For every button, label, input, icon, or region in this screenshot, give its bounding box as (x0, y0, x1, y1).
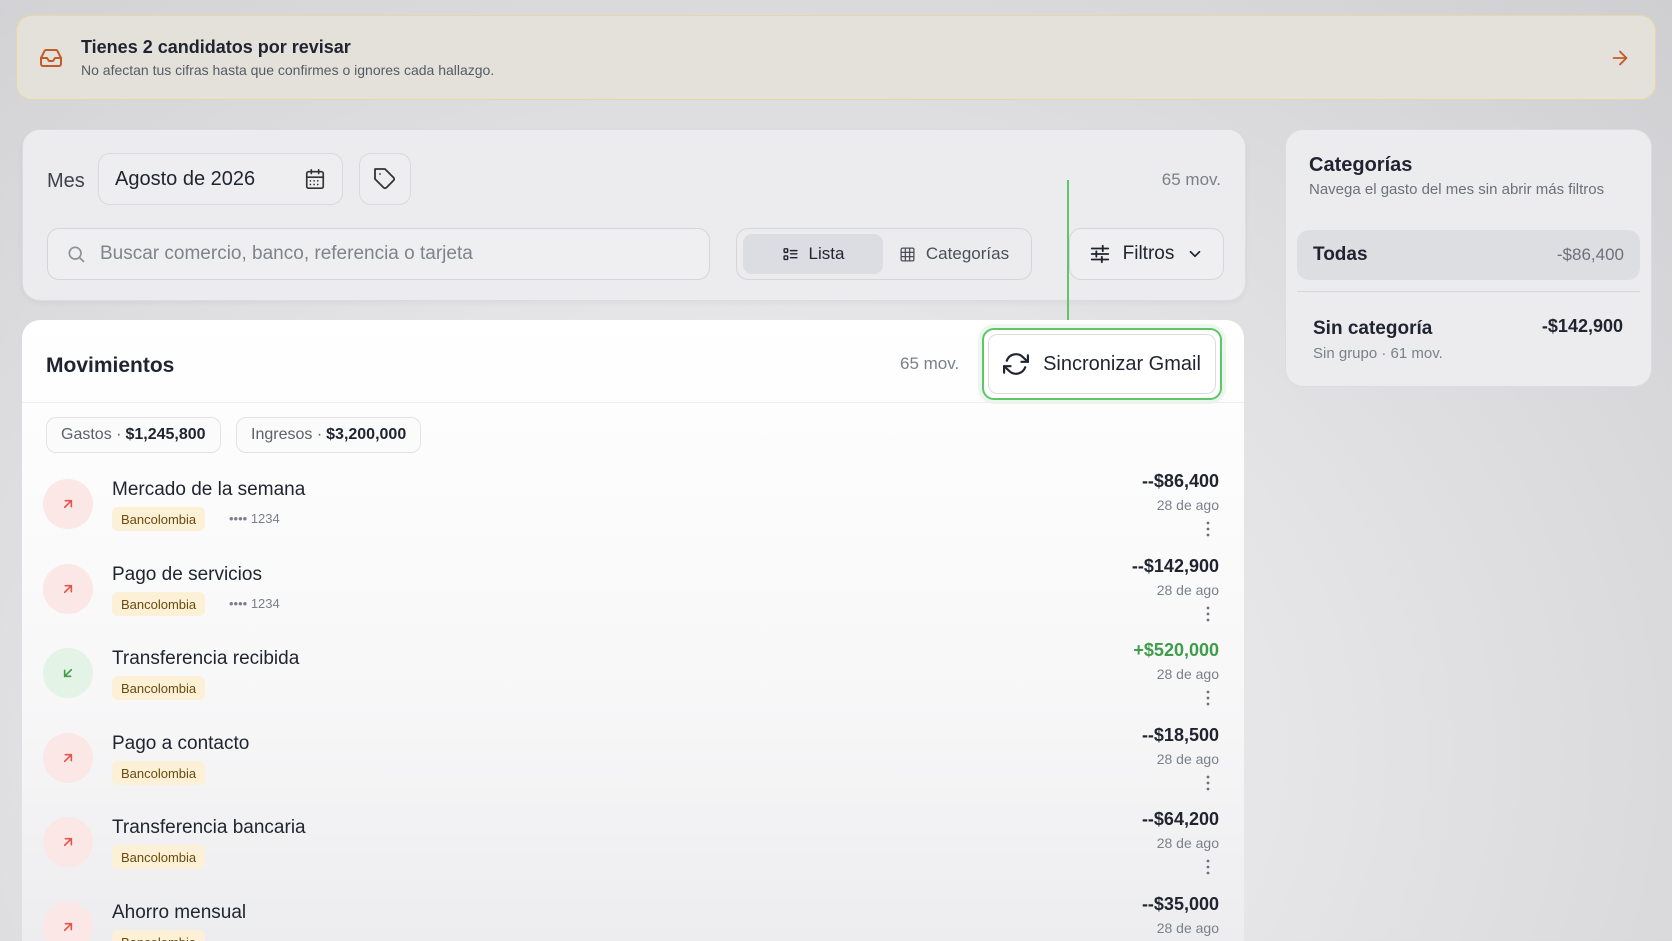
sync-gmail-label: Sincronizar Gmail (1043, 352, 1201, 375)
month-value: Agosto de 2026 (115, 167, 256, 190)
arrow-up-right-icon (43, 733, 93, 783)
movement-name: Transferencia recibida (112, 648, 300, 669)
tab-list[interactable]: Lista (743, 234, 883, 274)
movement-row[interactable]: Transferencia bancaria Bancolombia --$64,2… (22, 797, 1244, 887)
arrow-down-left-icon (43, 648, 93, 698)
movement-name: Mercado de la semana (112, 479, 306, 500)
bank-badge: Bancolombia (112, 676, 206, 700)
filters-label: Filtros (1122, 243, 1175, 264)
toolbar-count: 65 mov. (1161, 170, 1221, 189)
movements-title: Movimientos (46, 354, 175, 377)
card-number: •••• 1234 (229, 596, 280, 611)
refresh-icon (1003, 353, 1030, 375)
bank-badge: Bancolombia (112, 930, 206, 941)
inbox-icon (40, 48, 62, 67)
tag-button[interactable] (359, 153, 411, 205)
tab-list-label: Lista (808, 244, 845, 263)
more-vertical-icon[interactable] (1206, 775, 1210, 791)
movement-date: 28 de ago (1156, 835, 1219, 851)
movement-date: 28 de ago (1156, 751, 1219, 767)
banner-subtitle: No afectan tus cifras hasta que confirme… (81, 62, 495, 78)
tag-icon (374, 168, 396, 190)
list-icon (782, 247, 798, 260)
movement-row[interactable]: Transferencia recibida Bancolombia +$520,0… (22, 628, 1244, 718)
movement-amount: --$142,900 (1131, 556, 1219, 576)
more-vertical-icon[interactable] (1206, 859, 1210, 875)
movement-date: 28 de ago (1156, 582, 1219, 598)
movement-row[interactable]: Pago de servicios Bancolombia •••• 1234 --$… (22, 544, 1244, 634)
bank-badge: Bancolombia (112, 507, 206, 531)
tab-categories-label: Categorías (925, 244, 1010, 263)
month-label: Mes (47, 170, 85, 192)
movement-name: Pago a contacto (112, 733, 250, 754)
income-summary: Ingresos · $3,200,000 (236, 417, 422, 453)
category-item-name: Sin categoría (1313, 318, 1433, 339)
banner-text: Tienes 2 candidatos por revisar No afect… (81, 37, 1609, 78)
movement-row[interactable]: Pago a contacto Bancolombia --$18,500 28 de… (22, 713, 1244, 803)
category-item-meta: Sin grupo · 61 mov. (1313, 345, 1443, 362)
movement-row[interactable]: Ahorro mensual Bancolombia --$35,000 28 de … (22, 882, 1244, 941)
sliders-icon (1090, 244, 1109, 264)
month-picker[interactable]: Agosto de 2026 (98, 153, 343, 205)
arrow-right-icon[interactable] (1609, 47, 1631, 69)
category-all-amount: -$86,400 (1556, 245, 1624, 264)
movement-amount: --$35,000 (1141, 894, 1219, 914)
search-icon (68, 246, 85, 263)
movement-amount: --$18,500 (1141, 725, 1219, 745)
bank-badge: Bancolombia (112, 592, 206, 616)
category-all[interactable]: Todas -$86,400 (1297, 230, 1640, 280)
categories-subtitle: Navega el gasto del mes sin abrir más fi… (1309, 181, 1605, 198)
more-vertical-icon[interactable] (1206, 690, 1210, 706)
sync-gmail-inner: Sincronizar Gmail (988, 334, 1216, 394)
movements-card: Movimientos 65 mov. Sincronizar Gmail Ga… (22, 320, 1244, 941)
categories-title: Categorías (1309, 154, 1413, 176)
header-divider (22, 402, 1244, 403)
category-item-amount: -$142,900 (1541, 316, 1623, 336)
review-candidates-banner[interactable]: Tienes 2 candidatos por revisar No afect… (16, 15, 1656, 100)
more-vertical-icon[interactable] (1206, 521, 1210, 537)
movement-amount: --$86,400 (1141, 471, 1219, 491)
highlight-connector (1067, 180, 1069, 328)
category-all-label: Todas (1313, 244, 1368, 265)
movement-date: 28 de ago (1156, 497, 1219, 513)
category-divider (1297, 291, 1640, 292)
toolbar-card: Mes Agosto de 2026 65 mov. Buscar comerc… (22, 129, 1246, 301)
movements-count: 65 mov. (900, 354, 960, 373)
arrow-up-right-icon (43, 817, 93, 867)
movement-amount: --$64,200 (1141, 809, 1219, 829)
movement-row[interactable]: Mercado de la semana Bancolombia •••• 1234… (22, 459, 1244, 549)
movement-amount: +$520,000 (1133, 640, 1219, 660)
movement-name: Ahorro mensual (112, 902, 247, 923)
expenses-value: $1,245,800 (125, 426, 206, 443)
arrow-up-right-icon (43, 902, 93, 941)
search-box[interactable] (47, 228, 710, 280)
arrow-up-right-icon (43, 479, 93, 529)
expenses-summary: Gastos · $1,245,800 (46, 417, 221, 453)
card-number: •••• 1234 (229, 511, 280, 526)
banner-title: Tienes 2 candidatos por revisar (81, 37, 351, 57)
expenses-label: Gastos · (61, 426, 122, 443)
grid-icon (900, 246, 915, 262)
categories-card: Categorías Navega el gasto del mes sin a… (1285, 129, 1652, 387)
bank-badge: Bancolombia (112, 761, 206, 785)
search-input[interactable] (100, 243, 691, 265)
tab-categories[interactable]: Categorías (883, 234, 1025, 274)
movement-name: Pago de servicios (112, 564, 262, 585)
income-label: Ingresos · (251, 426, 323, 443)
bank-badge: Bancolombia (112, 845, 206, 869)
movement-date: 28 de ago (1156, 666, 1219, 682)
movement-name: Transferencia bancaria (112, 817, 306, 838)
chevron-down-icon (1190, 250, 1201, 258)
more-vertical-icon[interactable] (1206, 606, 1210, 622)
income-value: $3,200,000 (326, 426, 407, 443)
view-toggle: Lista Categorías (736, 228, 1032, 280)
movement-date: 28 de ago (1156, 920, 1219, 936)
sync-gmail-button[interactable]: Sincronizar Gmail (982, 328, 1222, 400)
calendar-icon (305, 169, 325, 189)
filters-button[interactable]: Filtros (1069, 228, 1224, 280)
arrow-up-right-icon (43, 564, 93, 614)
